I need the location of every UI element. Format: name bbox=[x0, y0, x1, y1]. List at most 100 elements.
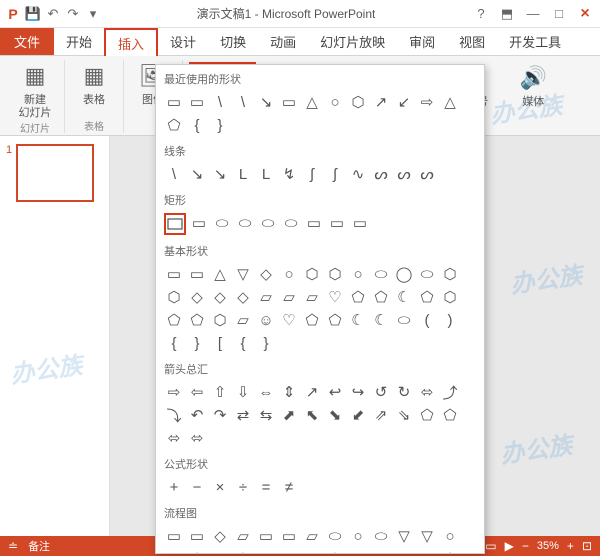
close-icon[interactable]: × bbox=[574, 5, 596, 23]
shape-item[interactable]: ☾ bbox=[348, 310, 368, 330]
shape-item[interactable]: } bbox=[210, 115, 230, 135]
shape-item[interactable]: ⬡ bbox=[440, 287, 460, 307]
shape-item[interactable]: ⬭ bbox=[164, 549, 184, 554]
shape-item[interactable]: ⬠ bbox=[302, 310, 322, 330]
shape-item[interactable]: ◇ bbox=[256, 264, 276, 284]
shape-item[interactable]: ↘ bbox=[256, 92, 276, 112]
shape-item[interactable]: ▽ bbox=[417, 526, 437, 546]
shape-item[interactable]: ○ bbox=[348, 549, 368, 554]
shape-item[interactable]: ↗ bbox=[371, 92, 391, 112]
shape-item[interactable]: ᔕ bbox=[394, 164, 414, 184]
notes-icon[interactable]: ≐ bbox=[8, 539, 18, 553]
shape-item[interactable]: ᔕ bbox=[371, 164, 391, 184]
shape-item[interactable]: ⇔ bbox=[256, 382, 276, 402]
shape-item[interactable]: ▱ bbox=[256, 287, 276, 307]
shape-item[interactable]: ⇧ bbox=[210, 382, 230, 402]
shape-item[interactable]: ↯ bbox=[279, 164, 299, 184]
shape-item[interactable]: ○ bbox=[348, 526, 368, 546]
tab-home[interactable]: 开始 bbox=[54, 28, 104, 55]
shape-item[interactable]: ◯ bbox=[394, 264, 414, 284]
shape-item[interactable]: ▽ bbox=[233, 264, 253, 284]
shape-item[interactable]: △ bbox=[279, 549, 299, 554]
shape-item[interactable]: L bbox=[233, 164, 253, 184]
shape-item[interactable]: ↷ bbox=[210, 405, 230, 425]
shape-item[interactable]: ⬠ bbox=[233, 549, 253, 554]
shape-item[interactable]: ⬠ bbox=[187, 549, 207, 554]
shape-item[interactable]: ⇦ bbox=[187, 382, 207, 402]
help-icon[interactable]: ? bbox=[470, 5, 492, 23]
shape-item[interactable]: ▱ bbox=[302, 287, 322, 307]
shape-item[interactable]: ↗ bbox=[302, 382, 322, 402]
new-slide-button[interactable]: ▦ 新建 幻灯片 bbox=[14, 60, 56, 120]
shape-item[interactable]: ♡ bbox=[325, 287, 345, 307]
shape-item[interactable]: ☾ bbox=[394, 287, 414, 307]
shape-item[interactable]: ⬭ bbox=[394, 310, 414, 330]
shape-item[interactable]: ↶ bbox=[187, 405, 207, 425]
shape-item[interactable]: ▱ bbox=[233, 310, 253, 330]
shape-item[interactable]: ⇗ bbox=[371, 405, 391, 425]
shape-item[interactable]: ) bbox=[440, 310, 460, 330]
shape-item[interactable]: ▭ bbox=[164, 92, 184, 112]
shape-item[interactable]: ⬡ bbox=[164, 287, 184, 307]
shape-item[interactable]: ☾ bbox=[371, 310, 391, 330]
shape-item[interactable]: ⬠ bbox=[440, 549, 460, 554]
notes-label[interactable]: 备注 bbox=[28, 538, 50, 554]
shape-item[interactable]: ◇ bbox=[233, 287, 253, 307]
shape-item[interactable]: ▱ bbox=[233, 526, 253, 546]
shape-item[interactable]: ↘ bbox=[210, 164, 230, 184]
shape-item[interactable]: ▭ bbox=[256, 526, 276, 546]
shape-item[interactable]: − bbox=[187, 477, 207, 497]
shape-item[interactable]: ⬊ bbox=[325, 405, 345, 425]
table-button[interactable]: ▦ 表格 bbox=[73, 60, 115, 107]
shape-item[interactable]: △ bbox=[210, 264, 230, 284]
shape-item[interactable]: ▱ bbox=[302, 526, 322, 546]
shape-item[interactable]: ▭ bbox=[187, 264, 207, 284]
save-icon[interactable]: 💾 bbox=[24, 5, 42, 23]
shape-item[interactable]: ☺ bbox=[256, 310, 276, 330]
shape-item[interactable]: ≠ bbox=[279, 477, 299, 497]
shape-item[interactable]: ⬠ bbox=[164, 310, 184, 330]
tab-review[interactable]: 审阅 bbox=[397, 28, 447, 55]
shape-item[interactable]: ⬠ bbox=[371, 287, 391, 307]
tab-developer[interactable]: 开发工具 bbox=[497, 28, 573, 55]
shape-item[interactable]: ⇨ bbox=[417, 92, 437, 112]
tab-transitions[interactable]: 切换 bbox=[208, 28, 258, 55]
shape-item[interactable]: × bbox=[210, 477, 230, 497]
shape-item[interactable]: ( bbox=[417, 310, 437, 330]
shape-item[interactable]: ○ bbox=[348, 264, 368, 284]
shape-item[interactable]: △ bbox=[256, 549, 276, 554]
minimize-icon[interactable]: — bbox=[522, 5, 544, 23]
shape-item[interactable]: ⬡ bbox=[348, 92, 368, 112]
shape-item[interactable]: { bbox=[187, 115, 207, 135]
shape-item[interactable]: ▭ bbox=[350, 213, 370, 233]
shape-item[interactable]: ↙ bbox=[394, 92, 414, 112]
shape-item[interactable]: ⬠ bbox=[187, 310, 207, 330]
shape-item[interactable]: ⬠ bbox=[440, 405, 460, 425]
shape-item[interactable]: ◇ bbox=[210, 287, 230, 307]
shape-item[interactable]: ∿ bbox=[348, 164, 368, 184]
shape-item[interactable]: ᔕ bbox=[417, 164, 437, 184]
shape-item[interactable]: ⬭ bbox=[258, 213, 278, 233]
shape-item[interactable]: ◇ bbox=[187, 287, 207, 307]
shape-item[interactable]: ▭ bbox=[279, 92, 299, 112]
shape-item[interactable]: ⬠ bbox=[348, 287, 368, 307]
shape-item[interactable]: ▭ bbox=[394, 549, 414, 554]
tab-file[interactable]: 文件 bbox=[0, 28, 54, 55]
shape-item[interactable]: ÷ bbox=[233, 477, 253, 497]
undo-icon[interactable]: ↶ bbox=[44, 5, 62, 23]
shape-item[interactable]: + bbox=[164, 477, 184, 497]
media-button[interactable]: 🔊 媒体 bbox=[512, 62, 554, 109]
view-slideshow-icon[interactable]: ▶ bbox=[505, 539, 514, 553]
shape-item[interactable]: ♡ bbox=[279, 310, 299, 330]
shape-item[interactable]: ▭ bbox=[304, 213, 324, 233]
shape-item[interactable]: ⬭ bbox=[371, 264, 391, 284]
shape-item[interactable]: ▱ bbox=[279, 287, 299, 307]
shape-item[interactable]: ⬉ bbox=[302, 405, 322, 425]
shape-item[interactable]: ⇨ bbox=[164, 382, 184, 402]
zoom-out-icon[interactable]: − bbox=[522, 539, 529, 553]
shape-item[interactable]: ⬭ bbox=[417, 549, 437, 554]
shape-item[interactable]: ⇆ bbox=[256, 405, 276, 425]
shape-item[interactable]: ⬭ bbox=[325, 526, 345, 546]
shape-item[interactable]: ⬭ bbox=[235, 213, 255, 233]
tab-view[interactable]: 视图 bbox=[447, 28, 497, 55]
